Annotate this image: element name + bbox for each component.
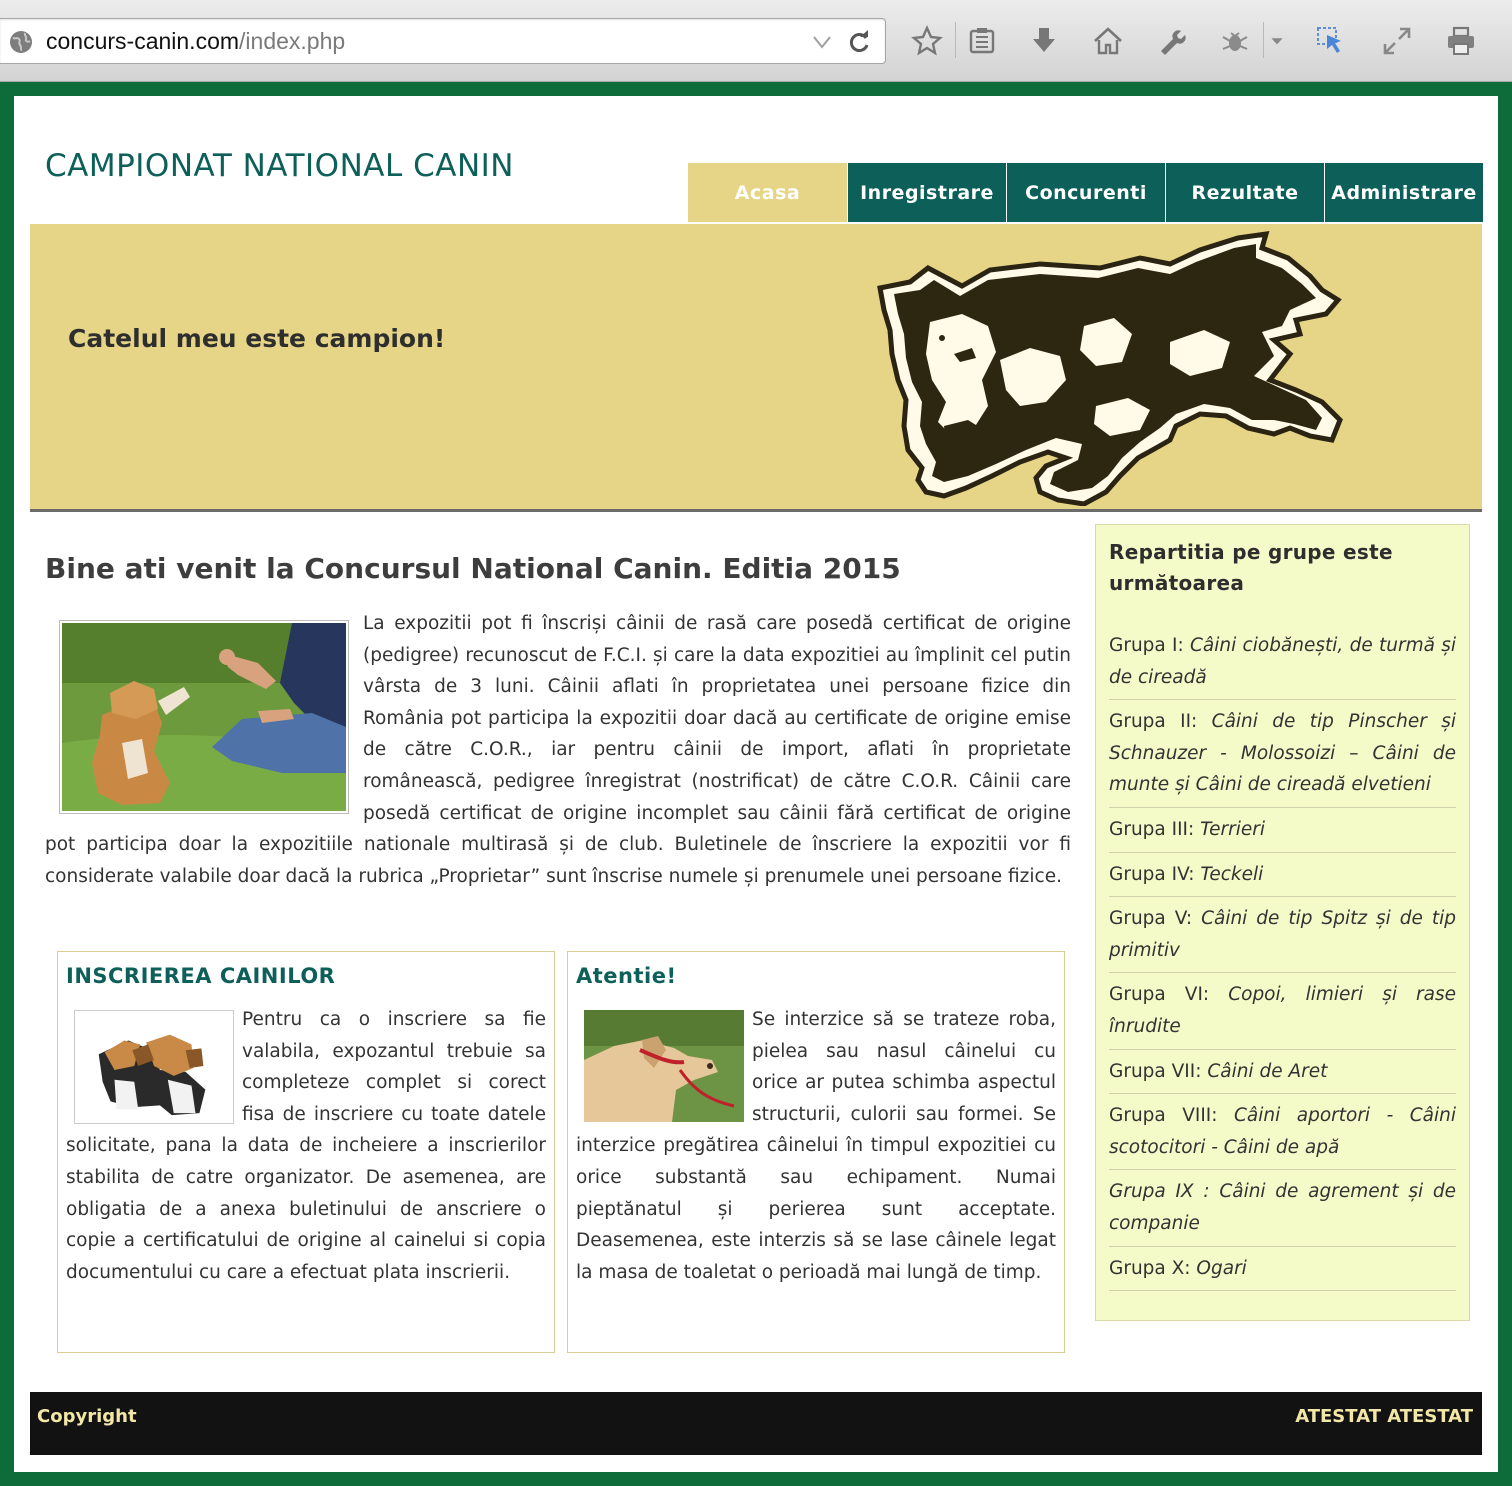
group-label: Grupa IX : [1109,1181,1220,1203]
list-item: Grupa VI: Copoi, limieri și rase înrudit… [1109,973,1456,1050]
header-banner: Catelul meu este campion! [30,224,1482,512]
browser-toolbar: concurs-canin.com/index.php [0,0,1512,82]
list-item: Grupa IX : Câini de agrement și de compa… [1109,1170,1456,1247]
fullscreen-icon[interactable] [1378,22,1416,60]
bookmark-star-icon[interactable] [908,22,946,60]
download-icon[interactable] [1025,22,1063,60]
nav-item-acasa[interactable]: Acasa [688,163,847,222]
home-icon[interactable] [1089,22,1127,60]
list-item: Grupa VII: Câini de Aret [1109,1050,1456,1095]
labrador-photo [584,1010,744,1122]
url-text[interactable]: concurs-canin.com/index.php [46,28,345,55]
group-label: Grupa V: [1109,908,1202,930]
page-frame: CAMPIONAT NATIONAL CANIN Acasa Inregistr… [0,82,1512,1486]
footer-credit: ATESTAT ATESTAT [1295,1406,1473,1427]
group-label: Grupa III: [1109,818,1201,840]
attention-box: Atentie! Se interzice să se trateze roba… [567,951,1065,1353]
footer-copyright: Copyright [37,1406,137,1427]
group-name: Teckeli [1200,863,1264,885]
nav-item-administrare[interactable]: Administrare [1324,163,1483,222]
group-label: Grupa VI: [1109,984,1229,1006]
dropdown-arrow-icon[interactable] [812,34,832,50]
dropdown-arrow-icon[interactable] [1262,22,1292,60]
nav-item-inregistrare[interactable]: Inregistrare [847,163,1006,222]
group-name: Ogari [1196,1257,1247,1279]
group-label: Grupa IV: [1109,863,1201,885]
group-label: Grupa I: [1109,635,1191,656]
running-dog-logo [877,230,1343,506]
url-path: /index.php [239,28,346,54]
group-label: Grupa II: [1109,711,1212,733]
bookmarks-list-icon[interactable] [963,22,1001,60]
sidebar-title: Repartitia pe grupe este următoarea [1109,540,1393,595]
group-name: Terrieri [1200,818,1265,840]
page-container: CAMPIONAT NATIONAL CANIN Acasa Inregistr… [14,96,1498,1472]
site-title: CAMPIONAT NATIONAL CANIN [45,148,514,184]
group-list: Grupa I: Câini ciobănești, de turmă și d… [1109,624,1456,1292]
url-host: concurs-canin.com [46,28,240,54]
group-label: Grupa X: [1109,1257,1197,1279]
intro-section: La expozitii pot fi înscriși câinii de r… [45,608,1071,892]
group-name: Câini de Aret [1207,1060,1328,1082]
cursor-select-icon[interactable] [1312,22,1350,60]
globe-icon [10,31,32,53]
list-item: Grupa III: Terrieri [1109,808,1456,853]
intro-photo-girl-puppy [59,620,349,814]
print-icon[interactable] [1442,22,1480,60]
list-item: Grupa V: Câini de tip Spitz și de tip pr… [1109,897,1456,974]
attention-box-title: Atentie! [576,964,677,988]
groups-sidebar: Repartitia pe grupe este următoarea Grup… [1095,524,1470,1321]
registration-box-title: INSCRIEREA CAINILOR [66,964,336,988]
main-nav: Acasa Inregistrare Concurenti Rezultate … [688,163,1483,222]
group-label: Grupa VII: [1109,1060,1208,1082]
page-footer: Copyright ATESTAT ATESTAT [30,1392,1482,1455]
list-item: Grupa VIII: Câini aportori - Câini scoto… [1109,1094,1456,1171]
list-item: Grupa II: Câini de tip Pinscher și Schna… [1109,700,1456,808]
nav-item-rezultate[interactable]: Rezultate [1165,163,1324,222]
nav-item-concurenti[interactable]: Concurenti [1006,163,1165,222]
banner-slogan: Catelul meu este campion! [68,324,446,353]
list-item: Grupa IV: Teckeli [1109,853,1456,898]
wrench-icon[interactable] [1152,22,1190,60]
list-item: Grupa X: Ogari [1109,1247,1456,1292]
group-label: Grupa VIII: [1109,1105,1234,1127]
beagles-photo [74,1010,234,1124]
list-item: Grupa I: Câini ciobănești, de turmă și d… [1109,624,1456,701]
welcome-heading: Bine ati venit la Concursul National Can… [45,552,901,585]
address-bar[interactable]: concurs-canin.com/index.php [0,18,886,64]
reload-icon[interactable] [846,29,872,55]
bug-icon[interactable] [1216,22,1254,60]
registration-box: INSCRIEREA CAINILOR Pentru ca o inscrier… [57,951,555,1353]
